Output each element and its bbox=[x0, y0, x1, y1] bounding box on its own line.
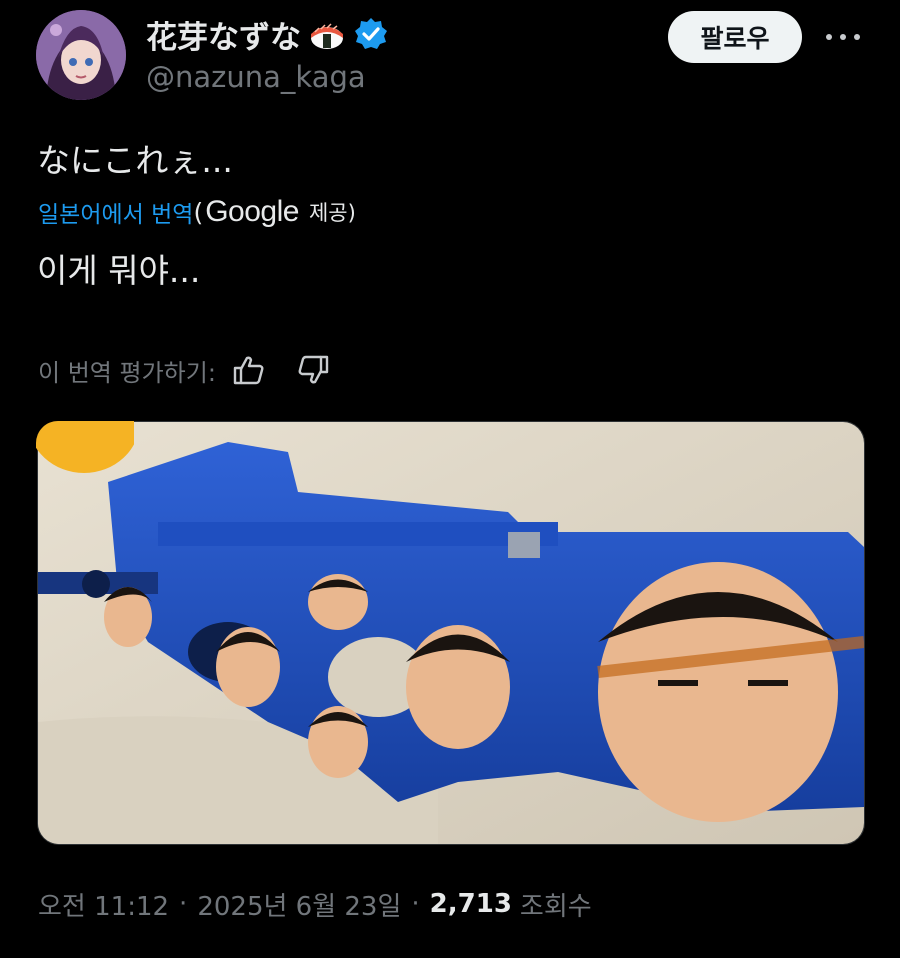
translation-link[interactable]: 일본어에서 번역 bbox=[38, 195, 193, 229]
thumbs-down-icon[interactable] bbox=[296, 353, 330, 387]
more-horizontal-icon[interactable] bbox=[826, 24, 860, 50]
google-logo-text: Google bbox=[205, 195, 299, 228]
verified-badge-icon[interactable] bbox=[353, 16, 389, 52]
media-illustration bbox=[38, 422, 864, 844]
translation-row: 일본어에서 번역 ( Google 제공) bbox=[38, 194, 356, 230]
tweet-meta-row: 오전 11:12 · 2025년 6월 23일 · 2,713 조회수 bbox=[38, 882, 592, 926]
translation-provided-label: 제공) bbox=[308, 201, 356, 225]
views-count: 2,713 bbox=[429, 889, 512, 919]
meta-separator: · bbox=[179, 889, 188, 919]
rate-translation-label: 이 번역 평가하기: bbox=[38, 358, 216, 387]
author-display-name[interactable]: 花芽なずな bbox=[146, 12, 301, 57]
translated-text: 이게 뭐야... bbox=[37, 251, 201, 290]
author-handle[interactable]: @nazuna_kaga bbox=[146, 60, 366, 94]
author-avatar[interactable] bbox=[36, 10, 126, 100]
sushi-icon bbox=[307, 14, 347, 54]
author-name-row[interactable]: 花芽なずな bbox=[146, 12, 389, 56]
rate-translation-row: 이 번역 평가하기: bbox=[38, 350, 330, 390]
follow-button[interactable]: 팔로우 bbox=[668, 11, 802, 63]
thumbs-up-icon[interactable] bbox=[232, 353, 266, 387]
tweet-date[interactable]: 2025년 6월 23일 bbox=[197, 886, 401, 923]
meta-separator: · bbox=[411, 889, 420, 919]
views-label: 조회수 bbox=[519, 891, 592, 922]
grinning-face-emoji-icon bbox=[36, 421, 134, 473]
tweet-text: なにこれぇ... bbox=[37, 141, 233, 180]
tweet-time[interactable]: 오전 11:12 bbox=[38, 886, 169, 923]
translation-open-paren: ( bbox=[193, 197, 204, 227]
tweet-media-image[interactable] bbox=[37, 421, 865, 845]
